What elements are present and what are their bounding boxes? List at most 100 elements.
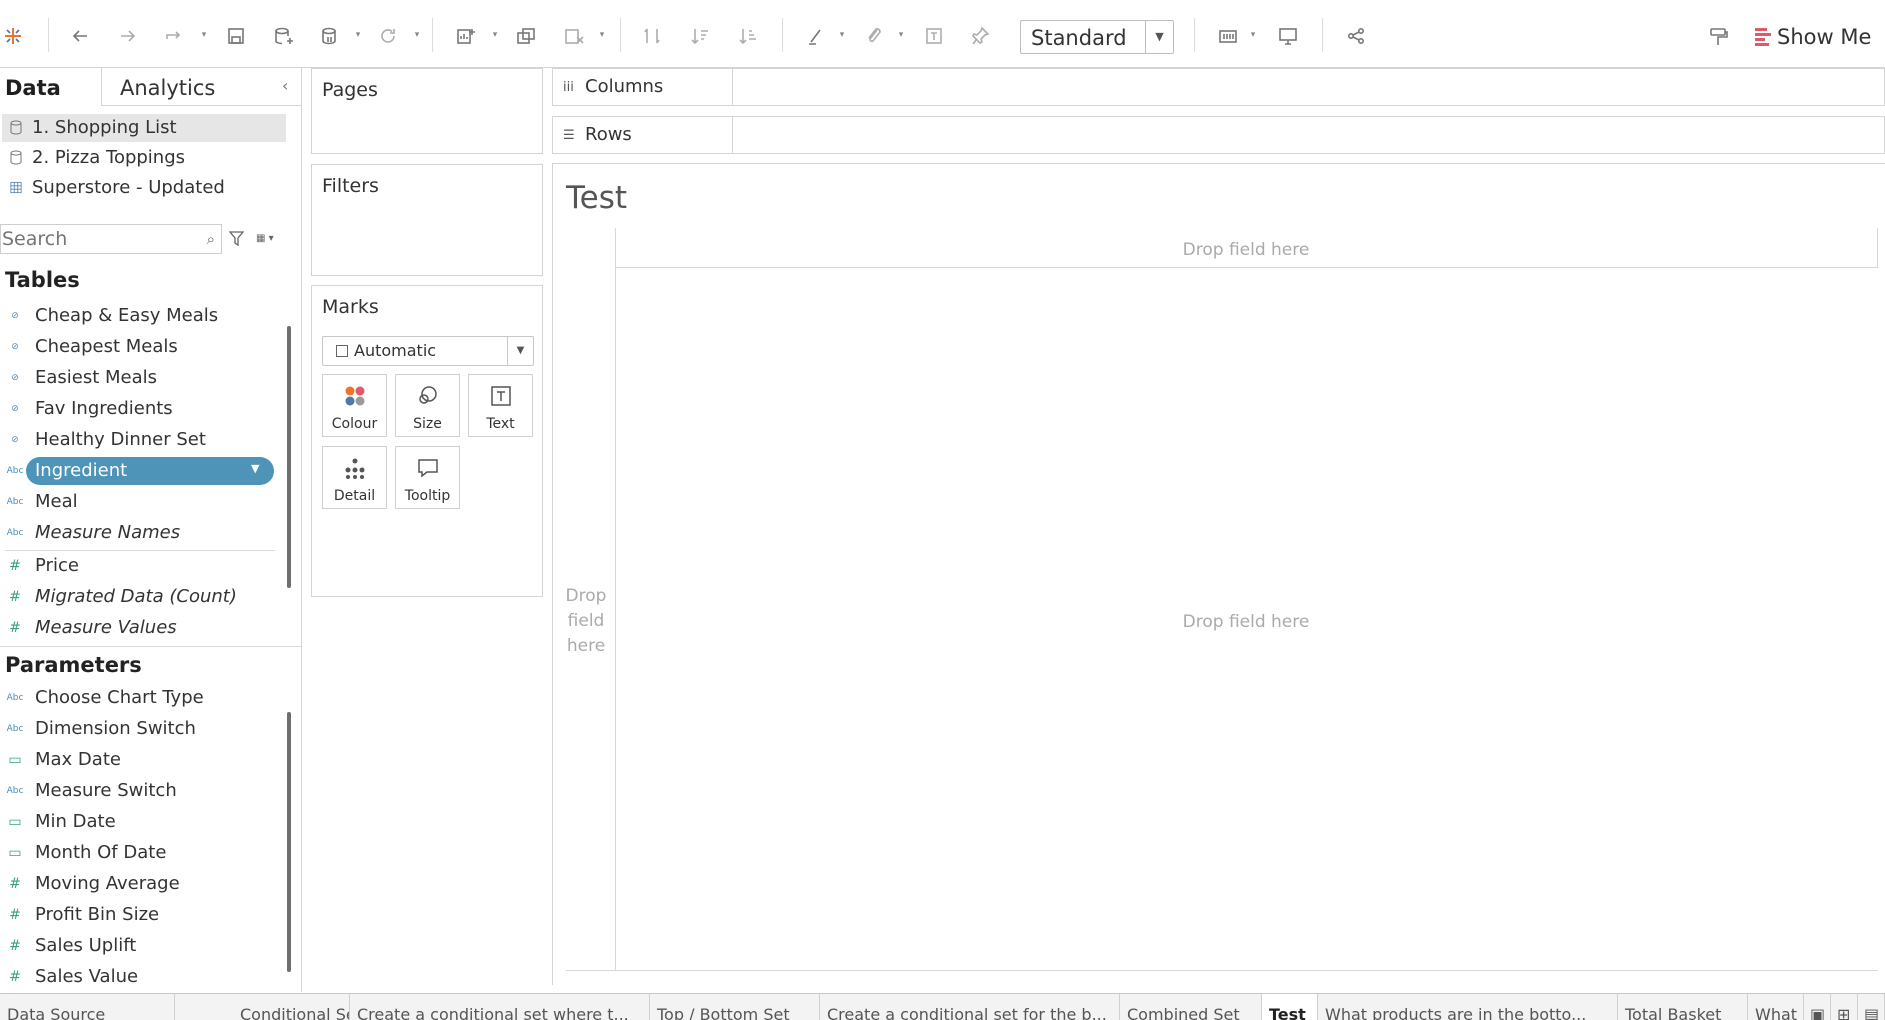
tableau-logo-icon[interactable]	[2, 24, 24, 48]
field-label: Price	[35, 555, 79, 576]
refresh-dropdown-icon[interactable]: ▾	[412, 30, 422, 40]
duplicate-sheet-icon[interactable]	[514, 24, 538, 48]
param-sales-uplift[interactable]: # Sales Uplift	[0, 931, 286, 961]
new-worksheet-tab-icon[interactable]: ▣	[1804, 994, 1831, 1020]
new-story-tab-icon[interactable]: ▤	[1858, 994, 1885, 1020]
text-button[interactable]: Text	[468, 374, 533, 437]
field-meal[interactable]: Abc Meal	[0, 487, 286, 517]
field-cheapest-meals[interactable]: ⊘ Cheapest Meals	[0, 332, 286, 362]
tab-analytics[interactable]: Analytics	[102, 68, 272, 105]
param-max-date[interactable]: ▭ Max Date	[0, 745, 286, 775]
detail-button[interactable]: Detail	[322, 446, 387, 509]
chevron-down-icon[interactable]: ▼	[507, 337, 533, 365]
new-data-source-icon[interactable]	[271, 24, 295, 48]
filter-icon[interactable]	[229, 231, 244, 247]
sort-descending-icon[interactable]	[736, 24, 760, 48]
data-source-pizza-toppings[interactable]: 2. Pizza Toppings	[2, 144, 286, 172]
replay-dropdown-icon[interactable]: ▾	[199, 30, 209, 40]
view-canvas[interactable]: Test Drop field here Drop field here Dro…	[552, 163, 1885, 985]
cards-dropdown-icon[interactable]: ▾	[1248, 30, 1258, 40]
search-input[interactable]	[1, 225, 191, 253]
pages-shelf[interactable]: Pages	[311, 68, 543, 154]
replay-icon[interactable]	[162, 24, 186, 48]
tab-combined-set[interactable]: Combined Set	[1120, 994, 1262, 1020]
field-price[interactable]: # Price	[0, 551, 286, 581]
tab-data[interactable]: Data	[0, 68, 102, 106]
tab-test[interactable]: Test	[1262, 994, 1318, 1020]
show-mark-labels-icon[interactable]	[922, 24, 946, 48]
view-options-icon[interactable]: ▦ ▾	[256, 233, 286, 247]
tab-what[interactable]: What	[1748, 994, 1804, 1020]
mark-type-dropdown[interactable]: Automatic ▼	[322, 336, 534, 366]
format-painter-icon[interactable]	[1706, 24, 1730, 48]
show-cards-icon[interactable]	[1216, 24, 1240, 48]
collapse-pane-icon[interactable]: ‹	[282, 76, 288, 95]
new-worksheet-icon[interactable]	[454, 24, 478, 48]
tab-create-conditional-set-bottom[interactable]: Create a conditional set for the b...	[820, 994, 1120, 1020]
chevron-down-icon[interactable]: ▼	[251, 462, 259, 475]
show-me-button[interactable]: Show Me	[1755, 22, 1871, 52]
data-source-shopping-list[interactable]: 1. Shopping List	[2, 114, 286, 142]
field-migrated-data-count[interactable]: # Migrated Data (Count)	[0, 582, 286, 612]
tooltip-icon	[396, 455, 459, 481]
param-moving-average[interactable]: # Moving Average	[0, 869, 286, 899]
field-easiest-meals[interactable]: ⊘ Easiest Meals	[0, 363, 286, 393]
param-min-date[interactable]: ▭ Min Date	[0, 807, 286, 837]
tables-scrollbar[interactable]	[287, 326, 291, 588]
pause-auto-updates-icon[interactable]	[318, 24, 342, 48]
field-ingredient[interactable]: Abc Ingredient ▼	[0, 456, 286, 486]
redo-icon[interactable]	[116, 24, 140, 48]
tab-conditional-set[interactable]: Conditional Set	[175, 994, 350, 1020]
data-source-superstore[interactable]: Superstore - Updated	[2, 174, 286, 202]
pause-dropdown-icon[interactable]: ▾	[353, 30, 363, 40]
highlight-dropdown-icon[interactable]: ▾	[837, 30, 847, 40]
field-measure-names[interactable]: Abc Measure Names	[0, 518, 286, 548]
param-choose-chart-type[interactable]: Abc Choose Chart Type	[0, 683, 286, 713]
sort-ascending-icon[interactable]	[688, 24, 712, 48]
drop-zone-center[interactable]: Drop field here	[615, 610, 1877, 635]
chevron-down-icon[interactable]: ▼	[1145, 21, 1173, 53]
param-month-of-date[interactable]: ▭ Month Of Date	[0, 838, 286, 868]
group-members-icon[interactable]	[862, 24, 886, 48]
clear-sheet-icon[interactable]	[562, 24, 586, 48]
colour-button[interactable]: Colour	[322, 374, 387, 437]
share-icon[interactable]	[1344, 24, 1368, 48]
param-sales-value[interactable]: # Sales Value	[0, 962, 286, 992]
field-fav-ingredients[interactable]: ⊘ Fav Ingredients	[0, 394, 286, 424]
new-dashboard-tab-icon[interactable]: ⊞	[1831, 994, 1858, 1020]
sheet-title[interactable]: Test	[566, 180, 627, 216]
presentation-mode-icon[interactable]	[1276, 24, 1300, 48]
field-label: Cheap & Easy Meals	[35, 305, 219, 326]
param-profit-bin-size[interactable]: # Profit Bin Size	[0, 900, 286, 930]
fit-dropdown[interactable]: Standard ▼	[1020, 20, 1174, 54]
size-button[interactable]: Size	[395, 374, 460, 437]
tab-data-source[interactable]: Data Source	[0, 994, 175, 1020]
clear-dropdown-icon[interactable]: ▾	[597, 30, 607, 40]
tab-what-products-bottom[interactable]: What products are in the botto...	[1318, 994, 1618, 1020]
filters-shelf[interactable]: Filters	[311, 164, 543, 276]
fix-axes-icon[interactable]	[968, 24, 992, 48]
save-icon[interactable]	[224, 24, 248, 48]
param-measure-switch[interactable]: Abc Measure Switch	[0, 776, 286, 806]
search-field[interactable]: ⌕	[0, 224, 222, 254]
rows-shelf[interactable]: ☰ Rows	[552, 116, 1885, 154]
swap-rows-columns-icon[interactable]	[640, 24, 664, 48]
tab-total-basket[interactable]: Total Basket	[1618, 994, 1748, 1020]
group-dropdown-icon[interactable]: ▾	[896, 30, 906, 40]
columns-shelf[interactable]: iii Columns	[552, 68, 1885, 106]
new-worksheet-dropdown-icon[interactable]: ▾	[490, 30, 500, 40]
tooltip-button[interactable]: Tooltip	[395, 446, 460, 509]
refresh-icon[interactable]	[376, 24, 400, 48]
field-cheap-easy-meals[interactable]: ⊘ Cheap & Easy Meals	[0, 301, 286, 331]
field-measure-values[interactable]: # Measure Values	[0, 613, 286, 643]
tab-top-bottom-set[interactable]: Top / Bottom Set	[650, 994, 820, 1020]
undo-icon[interactable]	[68, 24, 92, 48]
drop-zone-columns[interactable]: Drop field here	[615, 238, 1877, 263]
parameters-scrollbar[interactable]	[287, 712, 291, 972]
field-healthy-dinner-set[interactable]: ⊘ Healthy Dinner Set	[0, 425, 286, 455]
param-dimension-switch[interactable]: Abc Dimension Switch	[0, 714, 286, 744]
drop-zone-rows[interactable]: Drop field here	[557, 584, 615, 659]
highlight-icon[interactable]	[804, 24, 828, 48]
calendar-icon: ▭	[8, 752, 22, 768]
tab-create-conditional-set[interactable]: Create a conditional set where t...	[350, 994, 650, 1020]
